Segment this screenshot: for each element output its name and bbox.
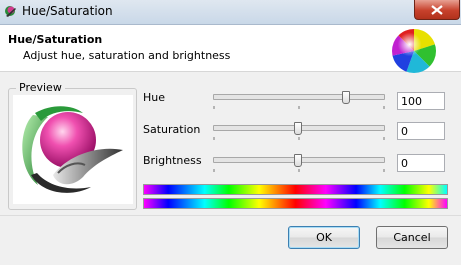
preview-logo-icon (22, 106, 123, 193)
window-title: Hue/Saturation (22, 4, 113, 18)
brightness-label: Brightness (143, 154, 202, 167)
saturation-slider-ticks (213, 137, 385, 140)
hue-label: Hue (143, 91, 166, 104)
header-subtitle: Adjust hue, saturation and brightness (23, 49, 231, 62)
close-icon (431, 4, 443, 15)
brightness-slider-ticks (213, 169, 385, 172)
title-bar: Hue/Saturation (0, 0, 461, 25)
hue-value-input[interactable]: 100 (397, 92, 445, 110)
original-hue-spectrum (143, 198, 448, 209)
paintbrush-app-icon (5, 6, 16, 17)
hue-slider-ticks (213, 106, 385, 109)
preview-legend: Preview (16, 81, 65, 94)
hue-slider-thumb[interactable] (341, 91, 350, 104)
cancel-button[interactable]: Cancel (376, 226, 448, 249)
brightness-slider-thumb[interactable] (294, 154, 302, 167)
preview-image (13, 95, 133, 204)
header-title: Hue/Saturation (8, 33, 103, 46)
brightness-value-input[interactable]: 0 (397, 154, 445, 172)
saturation-slider-thumb[interactable] (294, 122, 302, 135)
adjusted-hue-spectrum (143, 184, 448, 195)
saturation-value-input[interactable]: 0 (397, 122, 445, 140)
ok-button[interactable]: OK (288, 226, 360, 249)
hue-slider-track[interactable] (213, 94, 385, 100)
saturation-label: Saturation (143, 123, 201, 136)
color-wheel-icon (392, 29, 436, 73)
close-button[interactable] (414, 0, 460, 20)
